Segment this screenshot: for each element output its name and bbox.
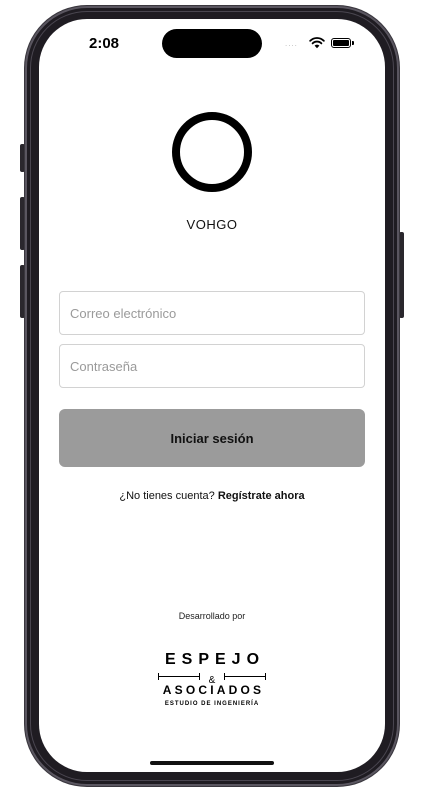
company-name-line1: ESPEJO — [164, 651, 266, 668]
register-prompt-text: ¿No tienes cuenta? — [119, 490, 215, 502]
divider-right — [224, 673, 266, 680]
ring-logo-icon — [172, 112, 252, 192]
wifi-icon — [309, 37, 325, 49]
company-tagline: ESTUDIO DE INGENIERÍA — [164, 701, 260, 707]
app-name: VOHGO — [186, 217, 238, 232]
developed-by-label: Desarrollado por — [178, 611, 246, 621]
password-field[interactable] — [59, 344, 365, 388]
device-stage: 2:08 .... VOHGO Iniciar sesión ¿No tiene… — [0, 0, 423, 796]
status-time: 2:08 — [89, 35, 120, 52]
company-ampersand-row: & — [152, 670, 272, 686]
dynamic-island — [162, 29, 262, 58]
battery-icon — [331, 38, 354, 48]
register-prompt: ¿No tienes cuenta? Regístrate ahora — [39, 490, 385, 502]
company-logo: ESPEJO & ASOCIADOS ESTUDIO DE INGENIERÍA — [152, 651, 272, 708]
home-indicator[interactable] — [150, 761, 274, 765]
cellular-signal-icon: .... — [285, 39, 298, 48]
register-link[interactable]: Regístrate ahora — [218, 490, 305, 502]
app-screen: 2:08 .... VOHGO Iniciar sesión ¿No tiene… — [39, 19, 385, 772]
login-button[interactable]: Iniciar sesión — [59, 409, 365, 467]
power-button — [399, 232, 404, 318]
divider-left — [158, 673, 200, 680]
company-ampersand: & — [208, 675, 216, 686]
email-field[interactable] — [59, 291, 365, 335]
